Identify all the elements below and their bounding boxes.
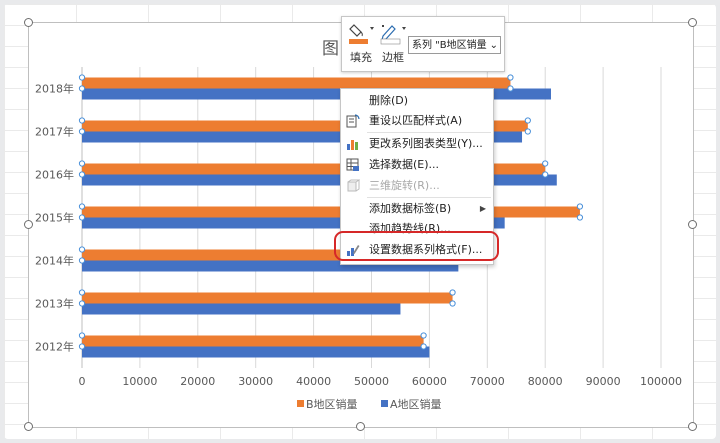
y-tick-label: 2017年 — [35, 125, 74, 139]
bar-b-3[interactable] — [82, 206, 580, 218]
legend-swatch-1 — [381, 400, 388, 407]
series-selection-handle[interactable] — [576, 203, 584, 210]
menu-item-label: 更改系列图表类型(Y)... — [369, 137, 483, 150]
legend-label-0[interactable]: B地区销量 — [306, 397, 358, 411]
series-selection-handle[interactable] — [420, 332, 427, 339]
resize-handle-top-right[interactable] — [688, 18, 697, 27]
series-select[interactable]: 系列 "B地区销量 ⌄ — [408, 36, 501, 54]
menu-item-reset-style[interactable]: 重设以匹配样式(A) — [341, 111, 493, 131]
x-tick-label: 50000 — [354, 375, 389, 388]
menu-item-label: 三维旋转(R)... — [369, 179, 440, 192]
series-selection-handle[interactable] — [78, 343, 86, 350]
series-selection-handle[interactable] — [507, 74, 514, 81]
x-tick-label: 80000 — [528, 375, 563, 388]
select-data-icon — [346, 158, 359, 171]
menu-item-label: 重设以匹配样式(A) — [369, 114, 463, 127]
legend-label-1[interactable]: A地区销量 — [390, 397, 442, 411]
bar-a-5[interactable] — [82, 303, 401, 315]
fill-button[interactable]: 填充 — [346, 21, 376, 67]
y-tick-label: 2015年 — [35, 211, 74, 225]
resize-handle-left[interactable] — [24, 220, 33, 229]
bar-a-6[interactable] — [82, 346, 430, 358]
bar-b-5[interactable] — [82, 292, 453, 304]
series-selection-handle[interactable] — [78, 74, 86, 81]
y-tick-label: 2012年 — [35, 340, 74, 354]
fill-label: 填充 — [350, 51, 372, 64]
y-tick-label: 2018年 — [35, 82, 74, 96]
y-tick-label: 2013年 — [35, 297, 74, 311]
menu-separator — [367, 197, 491, 198]
x-tick-label: 30000 — [238, 375, 273, 388]
pen-outline-icon — [380, 25, 406, 45]
border-button[interactable]: 边框 — [378, 21, 408, 67]
mini-toolbar: 填充 边框 系列 "B地区销量 ⌄ — [341, 16, 505, 72]
series-selection-handle[interactable] — [78, 117, 86, 124]
resize-handle-bottom-left[interactable] — [24, 422, 33, 431]
series-selection-handle[interactable] — [78, 332, 86, 339]
series-selection-handle[interactable] — [420, 343, 427, 350]
menu-item-3d-rotation: 三维旋转(R)... — [341, 176, 493, 196]
series-selection-handle[interactable] — [78, 171, 86, 178]
menu-item-label: 添加数据标签(B) — [369, 202, 452, 215]
series-selection-handle[interactable] — [542, 171, 549, 178]
series-selection-handle[interactable] — [78, 203, 86, 210]
series-selection-handle[interactable] — [449, 300, 456, 307]
reset-style-icon — [346, 114, 360, 128]
3d-rotation-icon — [347, 179, 360, 192]
change-chart-type-icon — [347, 140, 358, 150]
resize-handle-bottom[interactable] — [356, 422, 365, 431]
x-tick-label: 90000 — [586, 375, 621, 388]
legend-swatch-0 — [297, 400, 304, 407]
series-selection-handle[interactable] — [507, 85, 514, 92]
series-selection-handle[interactable] — [78, 85, 86, 92]
x-tick-label: 10000 — [122, 375, 157, 388]
x-tick-label: 40000 — [296, 375, 331, 388]
x-tick-label: 60000 — [412, 375, 447, 388]
menu-separator — [367, 132, 491, 133]
highlight-annotation — [334, 231, 499, 261]
chevron-down-icon: ⌄ — [489, 40, 498, 51]
resize-handle-bottom-right[interactable] — [688, 422, 697, 431]
paint-bucket-icon — [349, 24, 374, 44]
resize-handle-top-left[interactable] — [24, 18, 33, 27]
x-tick-label: 20000 — [180, 375, 215, 388]
resize-handle-right[interactable] — [688, 220, 697, 229]
bar-b-6[interactable] — [82, 335, 424, 347]
series-selection-handle[interactable] — [78, 214, 86, 221]
bar-b-0[interactable] — [82, 77, 511, 89]
series-selection-handle[interactable] — [449, 289, 456, 296]
menu-item-add-data-labels[interactable]: 添加数据标签(B) ▶ — [341, 199, 493, 219]
x-tick-label: 0 — [79, 375, 86, 388]
series-selection-handle[interactable] — [78, 160, 86, 167]
x-tick-label: 100000 — [640, 375, 682, 388]
series-selection-handle[interactable] — [524, 128, 531, 135]
series-selection-handle[interactable] — [524, 117, 531, 124]
menu-item-change-chart-type[interactable]: 更改系列图表类型(Y)... — [341, 134, 493, 154]
x-tick-label: 70000 — [470, 375, 505, 388]
y-tick-label: 2014年 — [35, 254, 74, 268]
menu-item-label: 选择数据(E)... — [369, 158, 440, 171]
series-select-value: 系列 "B地区销量 — [412, 40, 487, 51]
series-selection-handle[interactable] — [542, 160, 549, 167]
series-selection-handle[interactable] — [78, 289, 86, 296]
series-selection-handle[interactable] — [78, 300, 86, 307]
chart-title[interactable]: 图 — [322, 34, 339, 59]
menu-item-delete[interactable]: 删除(D) — [341, 91, 493, 111]
menu-item-select-data[interactable]: 选择数据(E)... — [341, 155, 493, 175]
series-selection-handle[interactable] — [78, 257, 86, 264]
border-label: 边框 — [382, 51, 404, 64]
y-tick-label: 2016年 — [35, 168, 74, 182]
series-selection-handle[interactable] — [576, 214, 584, 221]
menu-item-label: 删除(D) — [369, 94, 409, 107]
series-selection-handle[interactable] — [78, 128, 86, 135]
series-selection-handle[interactable] — [78, 246, 86, 253]
submenu-arrow-icon: ▶ — [479, 204, 486, 213]
